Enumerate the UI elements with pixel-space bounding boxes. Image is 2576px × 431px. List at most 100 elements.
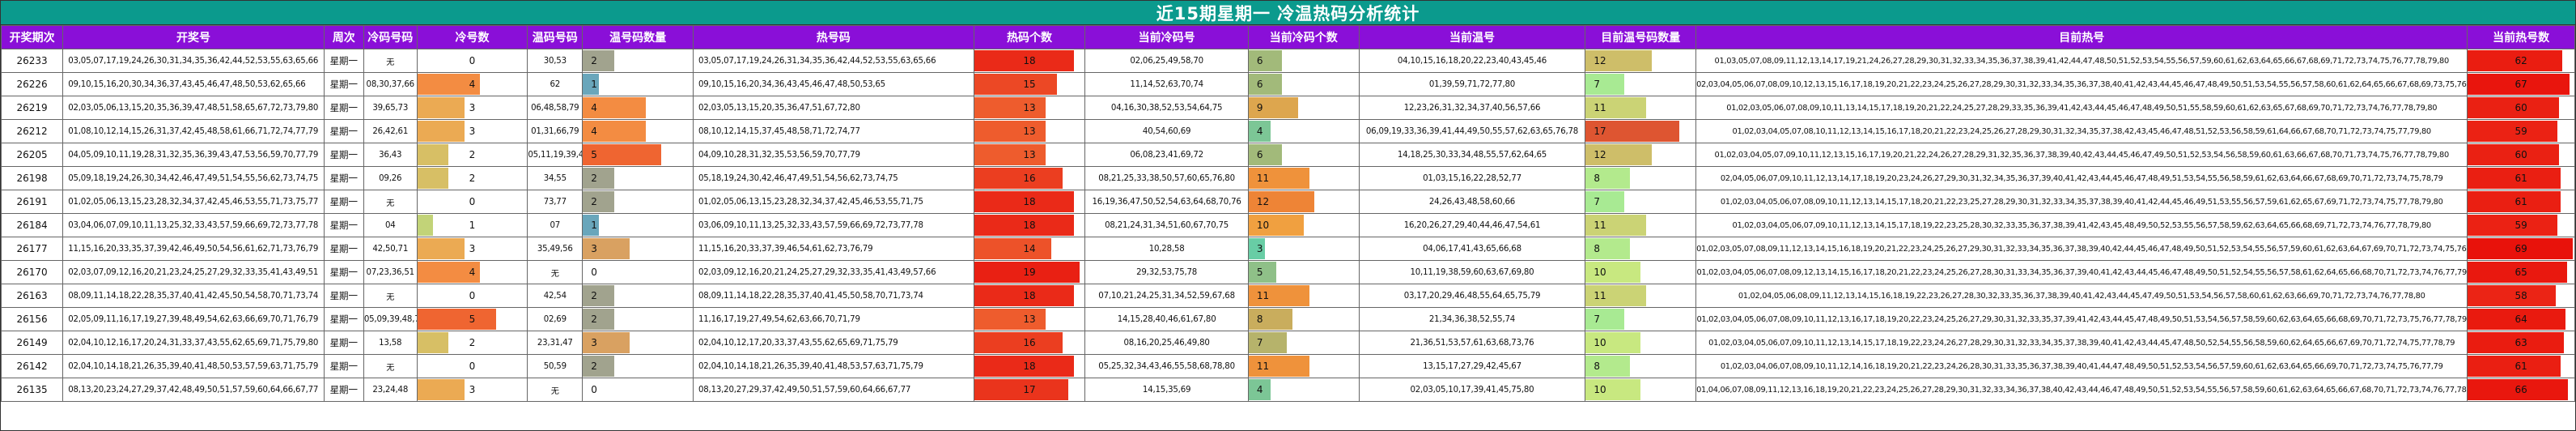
current-cold-numbers-cell: 40,54,60,69 — [1084, 119, 1249, 143]
col-header-current-cold-numbers[interactable]: 当前冷码号 — [1084, 25, 1249, 49]
weekday-cell: 星期一 — [323, 354, 364, 378]
table-row[interactable]: 26135 08,13,20,23,24,27,29,37,42,48,49,50… — [0, 378, 2575, 402]
col-header-cold-count[interactable]: 冷号数 — [416, 25, 528, 49]
col-header-current-warm-numbers[interactable]: 当前温号 — [1358, 25, 1586, 49]
current-warm-count-cell: 17 — [1585, 119, 1697, 143]
hot-count-value: 16 — [1023, 337, 1036, 348]
warm-count-cell: 2 — [582, 190, 694, 214]
table-row[interactable]: 26177 11,15,16,20,33,35,37,39,42,46,49,50… — [0, 237, 2575, 261]
col-header-hot-numbers[interactable]: 热号码 — [692, 25, 974, 49]
table-row[interactable]: 26198 05,09,18,19,24,26,30,34,42,46,47,49… — [0, 166, 2575, 190]
current-warm-count-value: 8 — [1594, 243, 1601, 254]
current-hot-numbers-cell: 01,02,03,04,05,07,08,10,11,12,13,14,15,1… — [1695, 119, 2468, 143]
cold-numbers-cell: 无 — [363, 49, 418, 73]
warm-count-value: 3 — [591, 337, 597, 348]
table-row[interactable]: 26219 02,03,05,06,13,15,20,35,36,39,47,48… — [0, 96, 2575, 120]
col-header-current-cold-count[interactable]: 当前冷码个数 — [1247, 25, 1360, 49]
current-hot-count-cell: 67 — [2467, 72, 2575, 96]
table-row[interactable]: 26212 01,08,10,12,14,15,26,31,37,42,45,48… — [0, 119, 2575, 143]
current-cold-count-value: 7 — [1256, 337, 1263, 348]
current-cold-count-cell: 10 — [1247, 213, 1360, 237]
current-warm-count-value: 10 — [1594, 337, 1606, 348]
warm-count-cell: 2 — [582, 354, 694, 378]
table-row[interactable]: 26149 02,04,10,12,16,17,20,24,31,33,37,43… — [0, 331, 2575, 355]
hot-count-value: 13 — [1023, 102, 1036, 113]
table-row[interactable]: 26191 01,02,05,06,13,15,23,28,32,34,37,42… — [0, 190, 2575, 214]
current-cold-numbers-cell: 05,25,32,34,43,46,55,58,68,78,80 — [1084, 354, 1249, 378]
cold-count-value: 2 — [469, 173, 476, 184]
hot-count-cell: 16 — [973, 166, 1086, 190]
warm-count-cell: 2 — [582, 166, 694, 190]
current-hot-numbers-cell: 01,02,03,04,05,07,09,10,11,12,13,15,16,1… — [1695, 143, 2468, 167]
hot-count-cell: 19 — [973, 260, 1086, 284]
hot-count-cell: 18 — [973, 190, 1086, 214]
current-cold-count-cell: 5 — [1247, 260, 1360, 284]
warm-numbers-cell: 02,69 — [527, 307, 584, 331]
warm-numbers-cell: 无 — [527, 378, 584, 402]
current-cold-count-value: 11 — [1256, 290, 1270, 301]
cold-count-value: 1 — [469, 220, 476, 231]
col-header-hot-count[interactable]: 热码个数 — [973, 25, 1086, 49]
warm-count-cell: 1 — [582, 72, 694, 96]
stats-sheet: 近15期星期一 冷温热码分析统计 开奖期次 开奖号 周次 冷码号码 冷号数 温码… — [0, 0, 2576, 431]
warm-numbers-cell: 30,53 — [527, 49, 584, 73]
table-row[interactable]: 26156 02,05,09,11,16,17,19,27,39,48,49,54… — [0, 307, 2575, 331]
hot-numbers-cell: 02,03,05,13,15,20,35,36,47,51,67,72,80 — [692, 96, 974, 120]
table-row[interactable]: 26142 02,04,10,14,18,21,26,35,39,40,41,48… — [0, 354, 2575, 378]
warm-count-cell: 1 — [582, 213, 694, 237]
hot-count-cell: 13 — [973, 119, 1086, 143]
table-row[interactable]: 26226 09,10,15,16,20,30,34,36,37,43,45,46… — [0, 72, 2575, 96]
col-header-weekday[interactable]: 周次 — [323, 25, 364, 49]
warm-count-cell: 5 — [582, 143, 694, 167]
table-row[interactable]: 26170 02,03,07,09,12,16,20,21,23,24,25,27… — [0, 260, 2575, 284]
current-cold-numbers-cell: 11,14,52,63,70,74 — [1084, 72, 1249, 96]
current-hot-numbers-cell: 02,03,04,05,06,07,08,09,10,12,13,15,16,1… — [1695, 72, 2468, 96]
hot-count-cell: 18 — [973, 213, 1086, 237]
col-header-period[interactable]: 开奖期次 — [0, 25, 64, 49]
current-hot-numbers-cell: 01,02,03,04,06,07,08,09,10,11,12,14,16,1… — [1695, 354, 2468, 378]
hot-count-cell: 14 — [973, 237, 1086, 261]
current-cold-count-bar — [1249, 74, 1282, 95]
cold-count-cell: 4 — [416, 260, 528, 284]
cold-count-value: 2 — [469, 149, 476, 160]
current-warm-numbers-cell: 04,10,15,16,18,20,22,23,40,43,45,46 — [1358, 49, 1586, 73]
current-warm-count-cell: 10 — [1585, 331, 1697, 355]
sheet-title: 近15期星期一 冷温热码分析统计 — [1, 1, 2575, 25]
table-row[interactable]: 26163 08,09,11,14,18,22,28,35,37,40,41,42… — [0, 284, 2575, 308]
col-header-current-warm-count[interactable]: 目前温号码数量 — [1585, 25, 1697, 49]
cold-count-cell: 3 — [416, 237, 528, 261]
current-cold-count-value: 4 — [1256, 126, 1263, 137]
weekday-cell: 星期一 — [323, 72, 364, 96]
current-warm-count-value: 8 — [1594, 361, 1601, 372]
cold-count-value: 4 — [469, 79, 476, 90]
current-cold-count-value: 11 — [1256, 361, 1270, 372]
cold-count-value: 3 — [469, 126, 476, 137]
col-header-draw-numbers[interactable]: 开奖号 — [62, 25, 325, 49]
warm-count-bar — [583, 238, 630, 259]
col-header-cold-numbers[interactable]: 冷码号码 — [363, 25, 418, 49]
draw-numbers-cell: 02,04,10,12,16,17,20,24,31,33,37,43,55,6… — [62, 331, 325, 355]
current-cold-count-bar — [1249, 332, 1288, 353]
draw-numbers-cell: 08,09,11,14,18,22,28,35,37,40,41,42,45,5… — [62, 284, 325, 308]
warm-numbers-cell: 62 — [527, 72, 584, 96]
current-cold-count-bar — [1249, 309, 1293, 330]
current-hot-numbers-cell: 01,02,03,04,05,06,07,08,09,10,11,12,13,1… — [1695, 307, 2468, 331]
cold-count-cell: 2 — [416, 166, 528, 190]
current-hot-count-value: 62 — [2514, 55, 2527, 66]
warm-numbers-cell: 05,11,19,39,47 — [527, 143, 584, 167]
col-header-warm-numbers[interactable]: 温码号码 — [527, 25, 584, 49]
warm-count-value: 0 — [591, 384, 597, 395]
current-hot-numbers-cell: 01,02,03,04,05,06,07,09,10,11,12,13,14,1… — [1695, 213, 2468, 237]
table-row[interactable]: 26205 04,05,09,10,11,19,28,31,32,35,36,39… — [0, 143, 2575, 167]
cold-count-value: 3 — [469, 384, 476, 395]
col-header-current-hot-count[interactable]: 当前热号数 — [2467, 25, 2575, 49]
weekday-cell: 星期一 — [323, 213, 364, 237]
table-row[interactable]: 26233 03,05,07,17,19,24,26,30,31,34,35,36… — [0, 49, 2575, 73]
col-header-warm-count[interactable]: 温号码数量 — [582, 25, 694, 49]
cold-numbers-cell: 42,50,71 — [363, 237, 418, 261]
cold-numbers-cell: 13,58 — [363, 331, 418, 355]
col-header-current-hot-numbers[interactable]: 目前热号 — [1695, 25, 2468, 49]
cold-numbers-cell: 26,42,61 — [363, 119, 418, 143]
current-warm-numbers-cell: 10,11,19,38,59,60,63,67,69,80 — [1358, 260, 1586, 284]
table-row[interactable]: 26184 03,04,06,07,09,10,11,13,25,32,33,43… — [0, 213, 2575, 237]
